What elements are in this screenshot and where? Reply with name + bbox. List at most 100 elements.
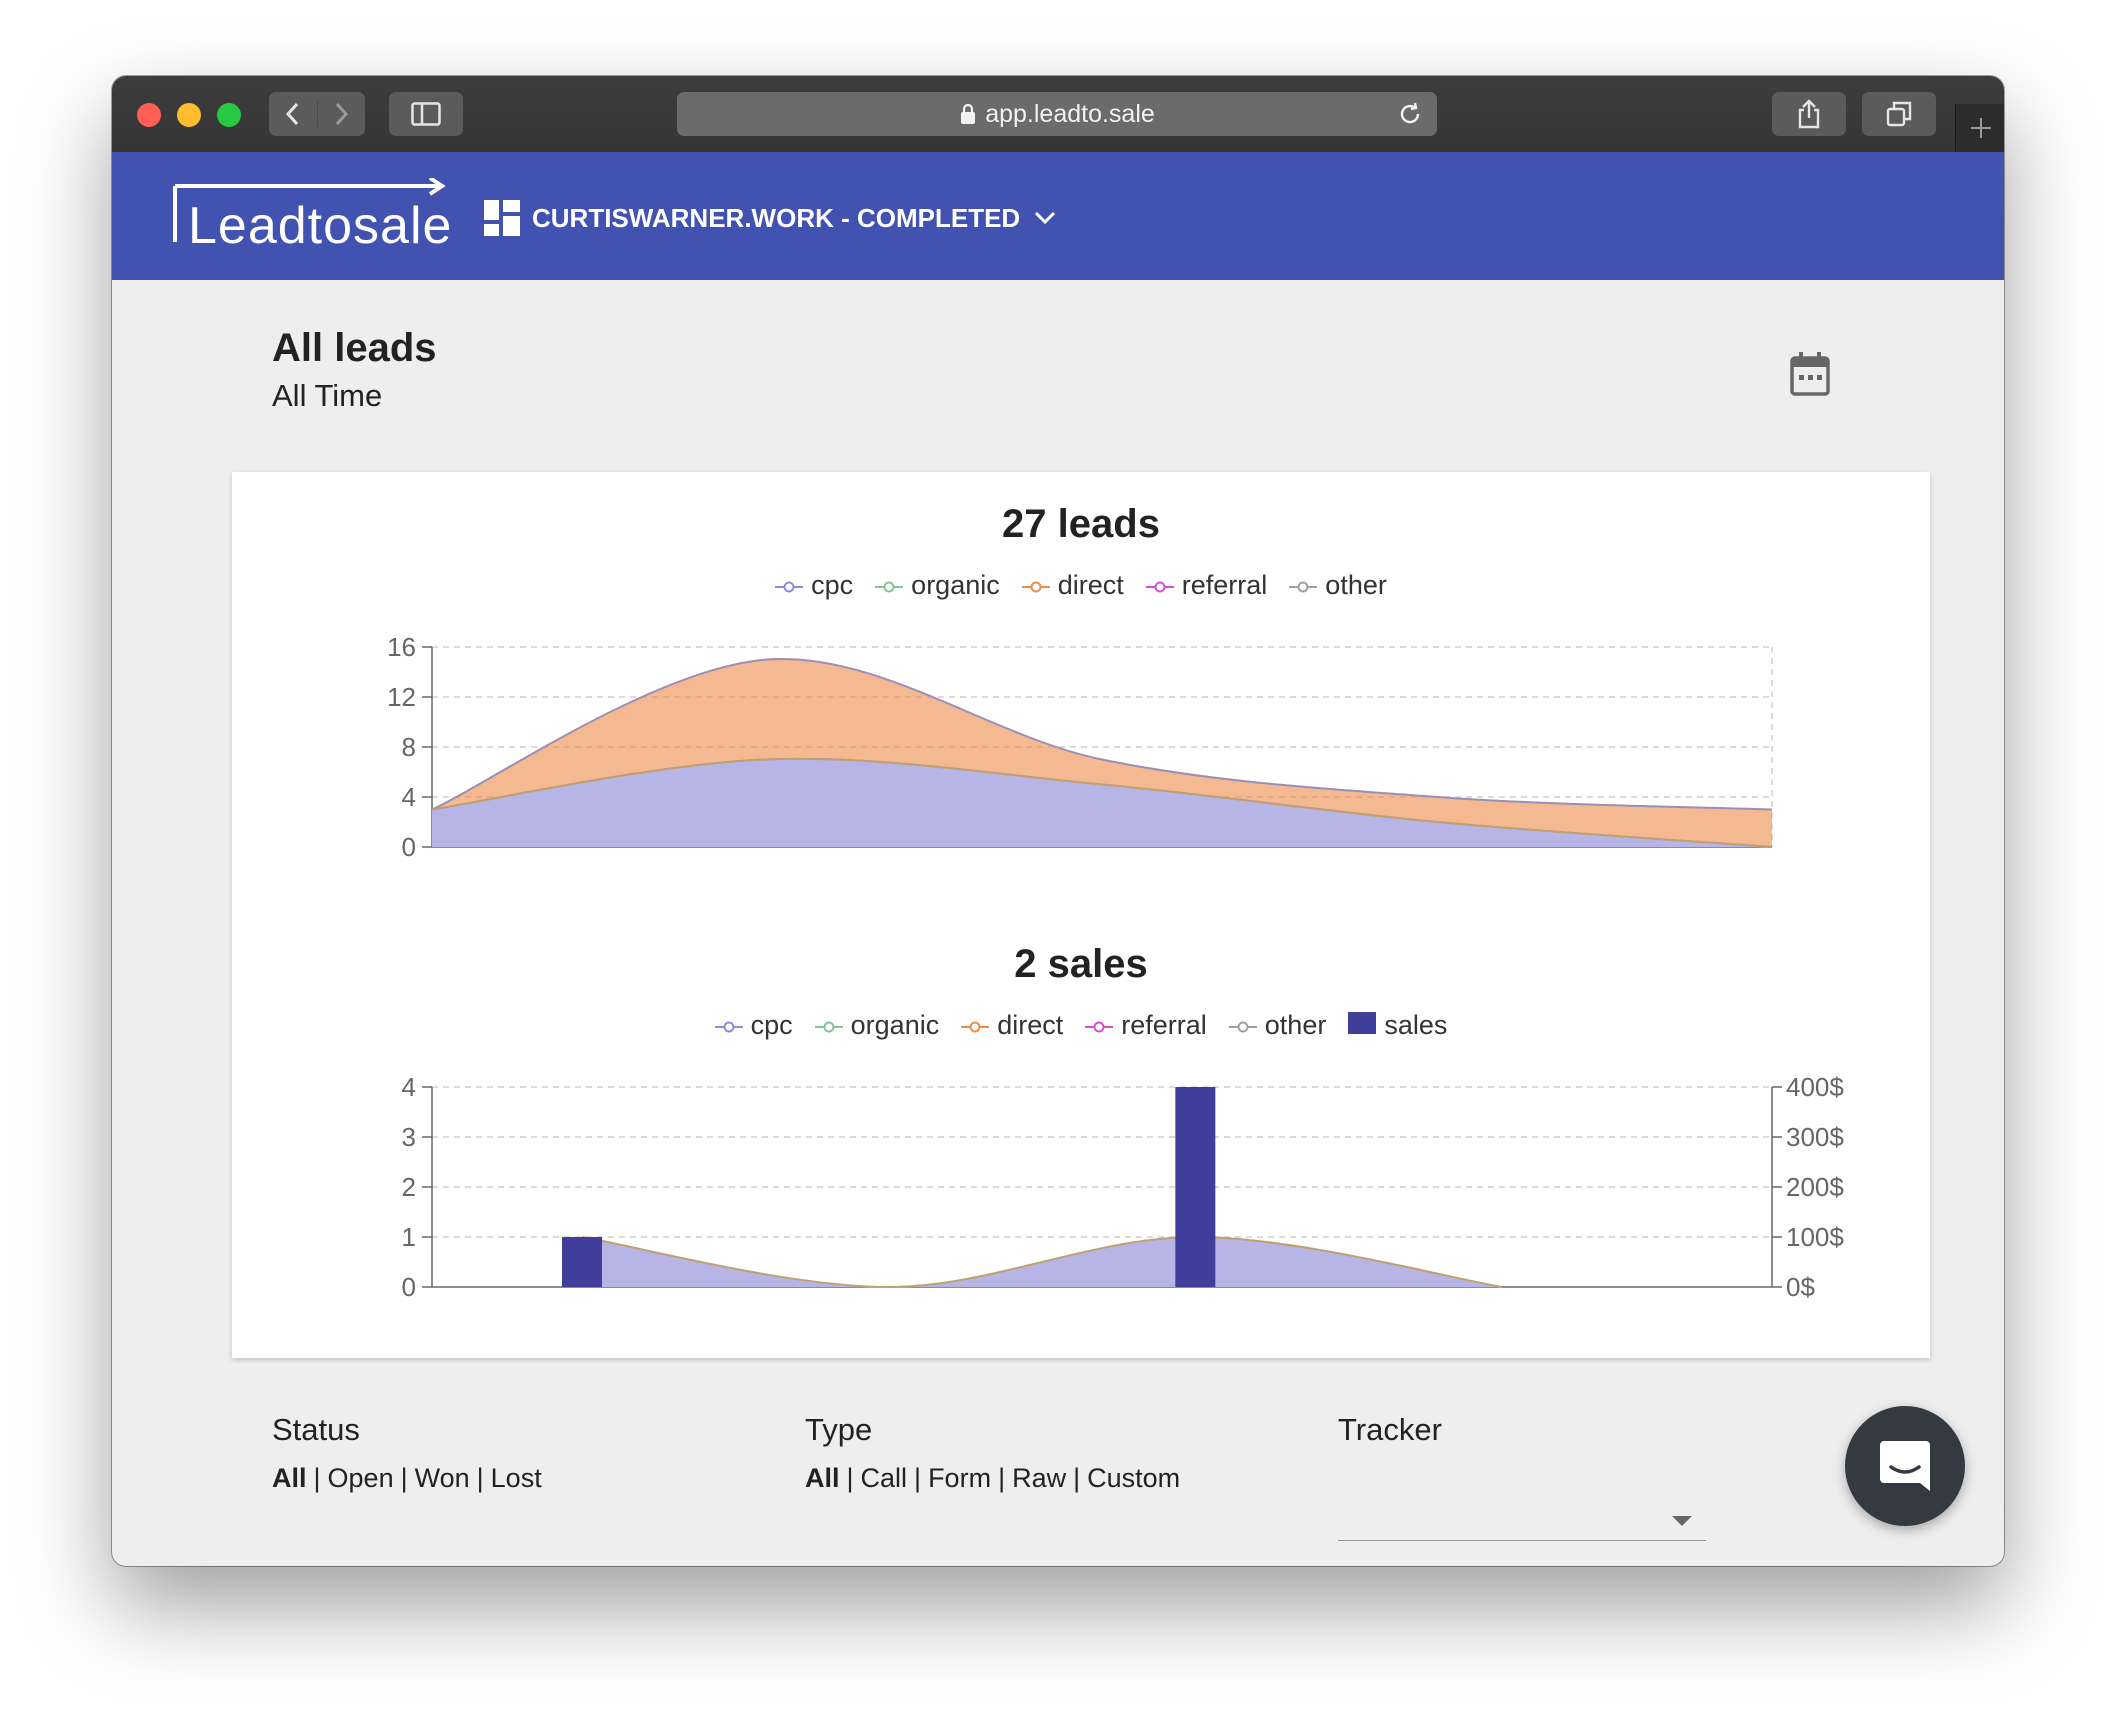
chat-widget-button[interactable] (1845, 1406, 1965, 1526)
type-filter-label: Type (805, 1412, 873, 1447)
plus-icon (1970, 118, 1991, 138)
legend-item-organic[interactable]: organic (875, 570, 1000, 601)
back-forward-group (269, 92, 365, 136)
legend-label: direct (997, 1010, 1064, 1040)
address-bar[interactable]: app.leadto.sale (677, 92, 1437, 136)
y-tick-label: 16 (387, 632, 416, 662)
tracker-select[interactable] (1338, 1498, 1706, 1541)
separator: | (998, 1463, 1006, 1493)
legend-label: other (1325, 570, 1387, 600)
app-header: Leadtosale CURTISWARNER.WORK - COMPLETED (112, 152, 2004, 280)
type-option-all[interactable]: All (805, 1463, 840, 1494)
sales-bar (1175, 1087, 1216, 1287)
sales-chart: 0 0$ 1 100$ 2 200$ 3 300$ 4 400$ (402, 1072, 1845, 1302)
y2-tick-label: 200$ (1786, 1172, 1844, 1202)
legend-marker-icon (961, 1010, 990, 1041)
legend-label: organic (911, 570, 1000, 600)
legend-item-sales[interactable]: sales (1348, 1010, 1447, 1041)
browser-titlebar: app.leadto.sale (112, 76, 2004, 153)
type-option-raw[interactable]: Raw (1012, 1463, 1066, 1494)
tracker-filter-label: Tracker (1338, 1412, 1442, 1447)
share-icon (1798, 99, 1820, 129)
sales-chart-legend: cpc organic direct referral other sales (232, 1010, 1930, 1041)
maximize-window-button[interactable] (217, 103, 241, 127)
legend-marker-icon (775, 570, 804, 601)
y-tick-label: 8 (402, 732, 416, 762)
forward-button[interactable] (316, 101, 366, 127)
y-tick-label: 1 (402, 1222, 416, 1252)
separator: | (1073, 1463, 1081, 1493)
y2-tick-label: 400$ (1786, 1072, 1844, 1102)
period-label: All Time (272, 378, 383, 413)
project-selector[interactable]: CURTISWARNER.WORK - COMPLETED (484, 198, 1058, 238)
status-option-lost[interactable]: Lost (491, 1463, 542, 1494)
legend-item-cpc[interactable]: cpc (714, 1010, 793, 1041)
legend-marker-icon (1021, 570, 1050, 601)
legend-item-direct[interactable]: direct (1021, 570, 1124, 601)
logo-text: Leadtosale (188, 197, 453, 255)
legend-item-referral[interactable]: referral (1085, 1010, 1207, 1041)
dashboard-icon (484, 200, 520, 236)
legend-item-other[interactable]: other (1228, 1010, 1327, 1041)
status-option-open[interactable]: Open (328, 1463, 394, 1494)
sidebar-toggle-button[interactable] (389, 92, 463, 136)
legend-label: referral (1181, 570, 1268, 600)
dropdown-arrow-icon (1672, 1516, 1692, 1526)
separator: | (400, 1463, 408, 1493)
share-button[interactable] (1772, 92, 1846, 136)
y2-tick-label: 300$ (1786, 1122, 1844, 1152)
reload-icon[interactable] (1397, 101, 1423, 127)
type-option-form[interactable]: Form (928, 1463, 991, 1494)
legend-item-other[interactable]: other (1289, 570, 1387, 601)
charts-card: 27 leads cpc organic direct referral oth… (232, 472, 1930, 1358)
date-picker-button[interactable] (1790, 352, 1830, 401)
sidebar-icon (411, 102, 441, 126)
legend-marker-icon (714, 1010, 743, 1041)
leads-chart-legend: cpc organic direct referral other (232, 570, 1930, 601)
close-window-button[interactable] (137, 103, 161, 127)
separator: | (313, 1463, 321, 1493)
legend-marker-icon (1348, 1010, 1377, 1041)
y2-tick-label: 0$ (1786, 1272, 1815, 1302)
new-tab-button[interactable] (1955, 104, 2004, 152)
separator: | (846, 1463, 854, 1493)
y-tick-label: 3 (402, 1122, 416, 1152)
project-name: CURTISWARNER.WORK - COMPLETED (532, 202, 1021, 233)
chevron-right-icon (336, 102, 349, 126)
browser-window: app.leadto.sale Leadtosale CURTISWARNER.… (112, 76, 2004, 1566)
sales-chart-title: 2 sales (1014, 942, 1148, 986)
legend-marker-icon (814, 1010, 843, 1041)
chat-icon (1880, 1441, 1930, 1491)
separator: | (914, 1463, 922, 1493)
type-filter-options: All | Call | Form | Raw | Custom (805, 1463, 1180, 1494)
page-title: All leads (272, 326, 437, 370)
sales-bar (562, 1237, 602, 1287)
leadtosale-logo[interactable]: Leadtosale (173, 178, 451, 255)
chevron-down-icon (1035, 211, 1056, 225)
legend-item-organic[interactable]: organic (814, 1010, 940, 1041)
type-option-custom[interactable]: Custom (1087, 1463, 1180, 1494)
y-tick-label: 0 (402, 832, 416, 862)
legend-label: other (1264, 1010, 1327, 1040)
tabs-overview-button[interactable] (1862, 92, 1936, 136)
separator: | (476, 1463, 484, 1493)
lock-icon (961, 103, 976, 124)
legend-label: organic (850, 1010, 940, 1040)
y-tick-label: 2 (402, 1172, 416, 1202)
legend-marker-icon (1289, 570, 1318, 601)
leads-chart: 0 4 8 12 16 (387, 632, 1773, 862)
legend-marker-icon (1145, 570, 1174, 601)
legend-item-referral[interactable]: referral (1145, 570, 1268, 601)
status-option-all[interactable]: All (272, 1463, 307, 1494)
status-filter-options: All | Open | Won | Lost (272, 1463, 542, 1494)
minimize-window-button[interactable] (177, 103, 201, 127)
legend-marker-icon (1085, 1010, 1114, 1041)
type-option-call[interactable]: Call (861, 1463, 908, 1494)
legend-item-direct[interactable]: direct (961, 1010, 1063, 1041)
chevron-left-icon (285, 102, 298, 126)
back-button[interactable] (269, 101, 317, 127)
legend-label: cpc (811, 570, 854, 600)
status-option-won[interactable]: Won (415, 1463, 470, 1494)
legend-label: cpc (750, 1010, 793, 1040)
legend-item-cpc[interactable]: cpc (775, 570, 853, 601)
